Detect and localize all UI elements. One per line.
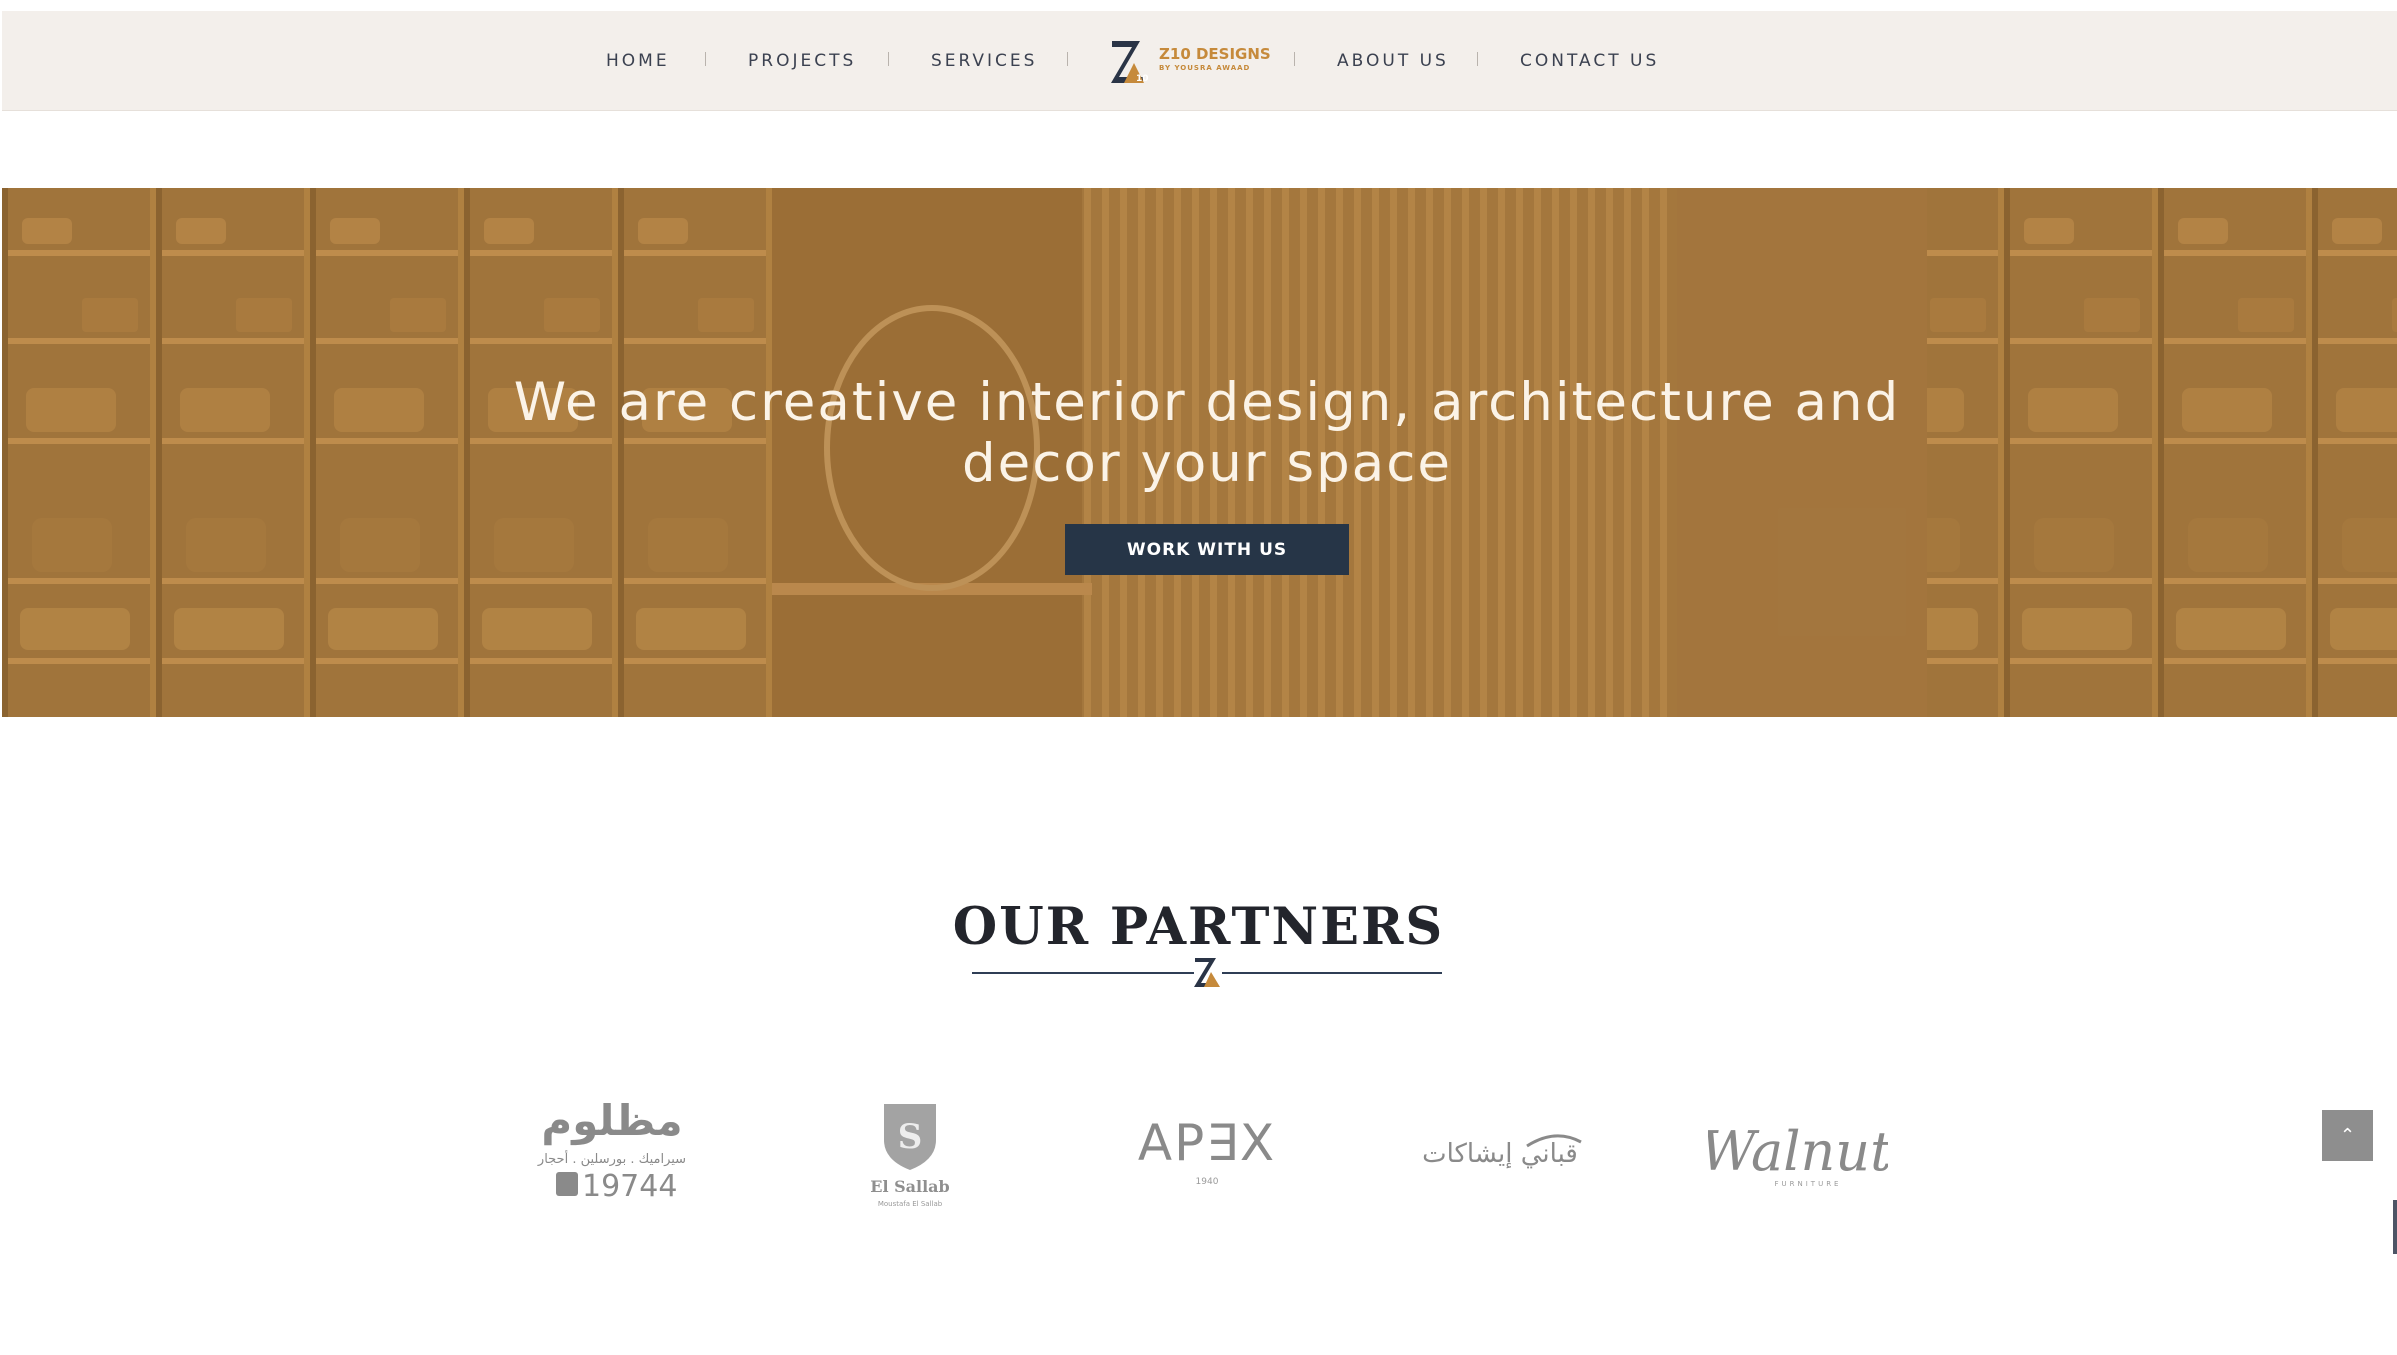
nav-contact-us[interactable]: CONTACT US: [1520, 51, 1659, 71]
site-logo[interactable]: 10 Z10 DESIGNS BY YOUSRA AWAAD: [1110, 37, 1271, 85]
nav-about-us[interactable]: ABOUT US: [1337, 51, 1449, 71]
nav-services[interactable]: SERVICES: [931, 51, 1037, 71]
el-sallab-wordmark: El Sallab: [870, 1177, 949, 1196]
apex-year: 1940: [1196, 1177, 1219, 1187]
svg-text:10: 10: [1136, 74, 1149, 84]
el-sallab-logo-icon: S El Sallab Moustafa El Sallab: [870, 1104, 950, 1208]
edge-tab: [2393, 1200, 2397, 1254]
hero-title: We are creative interior design, archite…: [513, 371, 1901, 494]
nav-separator: [1067, 52, 1068, 66]
partner-logo-apex[interactable]: AP∃X 1940: [1132, 1090, 1282, 1220]
z10-divider-icon: [1194, 958, 1220, 987]
walnut-wordmark: Walnut: [1708, 1120, 1888, 1183]
main-navigation: HOME PROJECTS SERVICES 10 Z10 DESIGNS BY…: [2, 11, 2397, 111]
madloom-tagline: سيراميك . بورسلين . أحجار: [537, 1150, 686, 1167]
top-strip: [0, 0, 2397, 11]
nav-separator: [1477, 52, 1478, 66]
walnut-logo-icon: Walnut FURNITURE: [1700, 1120, 1892, 1188]
nav-separator: [888, 52, 889, 66]
apex-wordmark: AP∃X: [1138, 1114, 1276, 1172]
madloom-hotline: 19744: [582, 1169, 677, 1204]
partner-logo-el-sallab[interactable]: S El Sallab Moustafa El Sallab: [862, 1090, 958, 1220]
apex-logo-icon: AP∃X 1940: [1138, 1114, 1276, 1187]
partners-title: OUR PARTNERS: [952, 897, 1445, 958]
hero-banner: We are creative interior design, archite…: [2, 188, 2397, 717]
nav-separator: [705, 52, 706, 66]
nav-home[interactable]: HOME: [606, 51, 670, 71]
el-sallab-subtitle: Moustafa El Sallab: [878, 1200, 943, 1208]
logo-brand-name: Z10 DESIGNS: [1159, 45, 1271, 63]
madloom-wordmark: مظلوم: [541, 1096, 682, 1146]
logo-subtitle: BY YOUSRA AWAAD: [1159, 64, 1251, 72]
z10-logo-icon: 10: [1111, 41, 1149, 84]
kabbany-logo-icon: قباني إيشاكات: [1422, 1134, 1582, 1169]
partner-logo-kabbany[interactable]: قباني إيشاكات: [1405, 1090, 1595, 1220]
divider-line-right: [1222, 972, 1442, 974]
partner-logo-walnut[interactable]: Walnut FURNITURE: [1700, 1090, 1892, 1220]
work-with-us-button[interactable]: WORK WITH US: [1065, 524, 1349, 575]
scroll-to-top-button[interactable]: ⌃: [2322, 1110, 2373, 1161]
divider-line-left: [972, 972, 1194, 974]
madloom-logo-icon: مظلوم سيراميك . بورسلين . أحجار 19744: [537, 1096, 686, 1204]
partner-logo-madloom[interactable]: مظلوم سيراميك . بورسلين . أحجار 19744: [520, 1090, 705, 1220]
nav-separator: [1294, 52, 1295, 66]
nav-projects[interactable]: PROJECTS: [748, 51, 856, 71]
walnut-subtitle: FURNITURE: [1774, 1180, 1841, 1188]
chevron-up-icon: ⌃: [2339, 1125, 2356, 1145]
kabbany-wordmark: قباني إيشاكات: [1422, 1139, 1578, 1169]
svg-text:S: S: [898, 1117, 923, 1157]
